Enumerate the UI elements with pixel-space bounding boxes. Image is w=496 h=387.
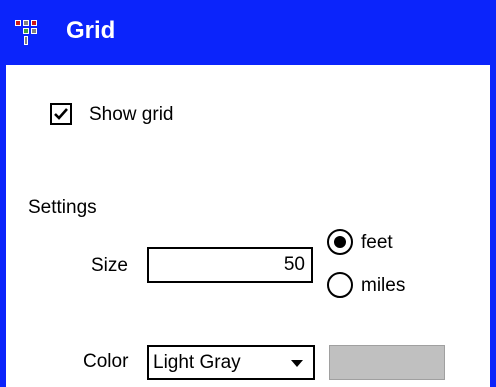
color-select[interactable]: Light Gray bbox=[147, 345, 315, 380]
window-title: Grid bbox=[66, 17, 116, 44]
miles-radio[interactable] bbox=[327, 272, 353, 298]
size-label: Size bbox=[91, 255, 128, 276]
radio-selected-dot bbox=[334, 236, 346, 248]
feet-radio[interactable] bbox=[327, 229, 353, 255]
window-border-left bbox=[0, 0, 6, 387]
miles-radio-label[interactable]: miles bbox=[361, 274, 405, 298]
checkmark-icon bbox=[54, 108, 68, 120]
color-select-value: Light Gray bbox=[153, 352, 241, 373]
show-grid-checkbox[interactable] bbox=[50, 103, 72, 125]
show-grid-label[interactable]: Show grid bbox=[89, 103, 174, 127]
size-input[interactable]: 50 bbox=[147, 247, 313, 283]
settings-heading: Settings bbox=[28, 197, 97, 218]
title-bar: Grid bbox=[0, 0, 496, 65]
feet-radio-label[interactable]: feet bbox=[361, 231, 393, 255]
window-border-right bbox=[490, 0, 496, 387]
color-label: Color bbox=[83, 351, 129, 372]
color-swatch bbox=[329, 345, 445, 380]
grid-window: Grid Show grid Settings Size 50 feet mil… bbox=[0, 0, 496, 387]
grid-app-icon bbox=[15, 20, 37, 45]
chevron-down-icon[interactable] bbox=[291, 360, 303, 367]
